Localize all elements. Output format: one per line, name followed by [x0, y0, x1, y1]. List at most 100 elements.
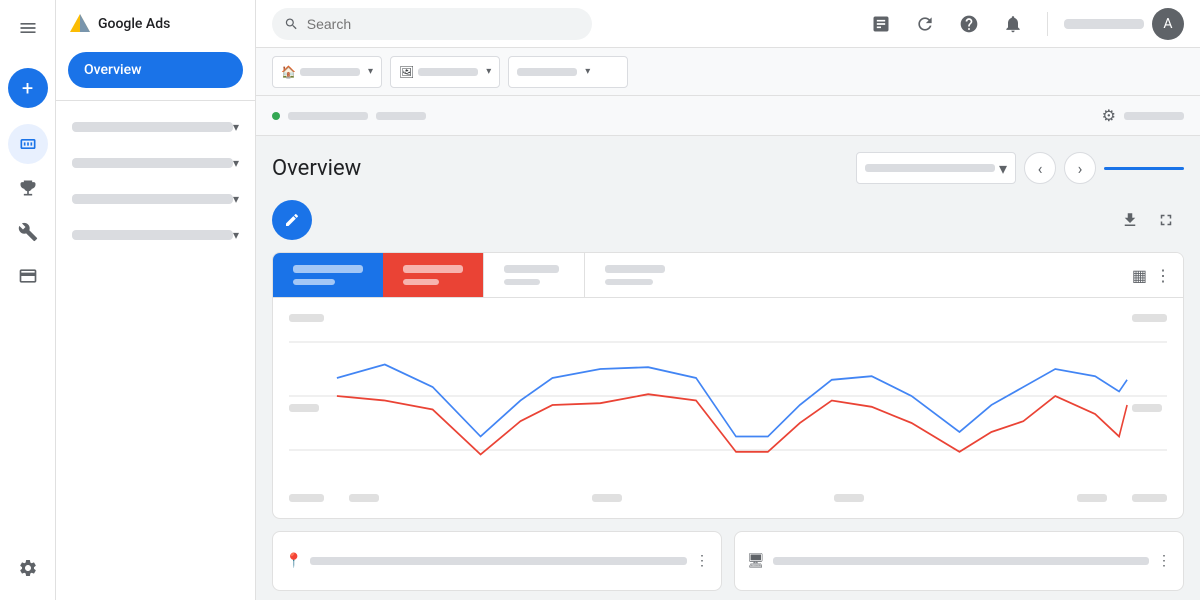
metric-tabs: ▦ ⋮ — [273, 253, 1183, 298]
billing-nav-icon[interactable] — [8, 256, 48, 296]
filter-dropdown-2[interactable]: 🖼 ▾ — [390, 56, 500, 88]
bottom-card-2: 🖥 ⋮ — [734, 531, 1184, 591]
sub-label-1 — [288, 112, 368, 120]
search-input[interactable] — [307, 16, 580, 32]
sidebar-item-2[interactable]: ▾ — [56, 181, 255, 217]
expand-button[interactable] — [1148, 202, 1184, 238]
sidebar-item-overview[interactable]: Overview — [68, 52, 243, 88]
y-axis-left — [289, 314, 324, 502]
x-label-3 — [834, 494, 864, 502]
notifications-button[interactable] — [995, 6, 1031, 42]
chevron-icon-1: ▾ — [233, 120, 239, 134]
chevron-icon-3: ▾ — [233, 228, 239, 242]
filter-label-3 — [517, 68, 577, 76]
analytics-button[interactable] — [863, 6, 899, 42]
nav-prev-button[interactable]: ‹ — [1024, 152, 1056, 184]
search-bar[interactable] — [272, 8, 592, 40]
download-button[interactable] — [1112, 202, 1148, 238]
x-label-4 — [1077, 494, 1107, 502]
y-label-1 — [289, 314, 324, 322]
sidebar-item-1[interactable]: ▾ — [56, 109, 255, 145]
overview-header: Overview ▾ ‹ › — [272, 152, 1184, 184]
action-bar — [272, 200, 1184, 240]
filter-dropdown-3[interactable]: ▾ — [508, 56, 628, 88]
active-indicator — [1104, 167, 1184, 170]
goals-nav-icon[interactable] — [8, 168, 48, 208]
content-area: Overview ▾ ‹ › — [256, 136, 1200, 600]
sidebar: Google Ads Overview ▾ ▾ ▾ ▾ — [56, 0, 256, 600]
tab3-line2 — [504, 279, 540, 285]
home-icon: 🏠 — [281, 65, 296, 79]
date-range-label — [1124, 112, 1184, 120]
filter-chevron-1: ▾ — [368, 66, 373, 77]
help-button[interactable] — [951, 6, 987, 42]
image-icon: 🖼 — [399, 65, 414, 79]
search-icon — [284, 16, 299, 32]
metric-tab-3[interactable] — [484, 253, 584, 297]
account-label — [1064, 19, 1144, 29]
bottom-card-label-1 — [310, 557, 687, 565]
filter-label-2 — [418, 68, 478, 76]
chart-area — [273, 298, 1183, 518]
y-label-2 — [289, 404, 319, 412]
chart-type-icon[interactable]: ▦ — [1132, 266, 1147, 285]
overview-dropdown[interactable]: ▾ — [856, 152, 1016, 184]
page-title: Overview — [272, 156, 856, 181]
menu-button[interactable] — [8, 8, 48, 48]
pin-icon: 📍 — [285, 553, 302, 569]
topbar-icons: A — [863, 6, 1184, 42]
monitor-icon: 🖥 — [747, 553, 765, 569]
status-dot — [272, 112, 280, 120]
logo: Google Ads — [68, 12, 170, 36]
tab3-line1 — [504, 265, 559, 273]
edit-icon — [284, 212, 300, 228]
sidebar-label-1 — [72, 122, 233, 132]
bottom-cards: 📍 ⋮ 🖥 ⋮ — [272, 531, 1184, 591]
sidebar-divider — [56, 100, 255, 101]
y-label-right-1 — [1132, 314, 1167, 322]
sidebar-item-campaigns[interactable]: ▾ — [56, 145, 255, 181]
x-axis-labels — [289, 494, 1167, 502]
edit-button[interactable] — [272, 200, 312, 240]
chart-svg — [289, 306, 1167, 486]
sidebar-label-3 — [72, 230, 233, 240]
sidebar-label-2 — [72, 194, 233, 204]
bottom-card-label-2 — [773, 557, 1149, 565]
sub-filter-bar: ⚙ — [256, 96, 1200, 136]
sidebar-item-3[interactable]: ▾ — [56, 217, 255, 253]
overview-chevron: ▾ — [999, 159, 1007, 178]
metric-tab-1[interactable] — [273, 253, 383, 297]
chart-card: ▦ ⋮ — [272, 252, 1184, 519]
overview-dropdown-label — [865, 164, 995, 172]
filter-dropdown-1[interactable]: 🏠 ▾ — [272, 56, 382, 88]
settings-nav-icon[interactable] — [8, 548, 48, 588]
avatar[interactable]: A — [1152, 8, 1184, 40]
filter-chevron-3: ▾ — [585, 66, 590, 77]
topbar-divider — [1047, 12, 1048, 36]
y-axis-right — [1132, 314, 1167, 502]
app-name: Google Ads — [98, 16, 170, 32]
overview-label: Overview — [84, 62, 141, 78]
chevron-icon-campaigns: ▾ — [233, 156, 239, 170]
campaigns-nav-icon[interactable] — [8, 124, 48, 164]
bottom-card-1: 📍 ⋮ — [272, 531, 722, 591]
tab1-line1 — [293, 265, 363, 273]
metric-tab-4[interactable] — [585, 253, 705, 297]
main-area: A 🏠 ▾ 🖼 ▾ ▾ ⚙ Overview — [256, 0, 1200, 600]
metric-tab-2[interactable] — [383, 253, 483, 297]
more-button-1[interactable]: ⋮ — [695, 553, 709, 569]
topbar: A — [256, 0, 1200, 48]
nav-next-button[interactable]: › — [1064, 152, 1096, 184]
settings-icon[interactable]: ⚙ — [1102, 106, 1116, 125]
refresh-button[interactable] — [907, 6, 943, 42]
sub-label-2 — [376, 112, 426, 120]
overview-controls: ▾ ‹ › — [856, 152, 1184, 184]
chart-more-icon[interactable]: ⋮ — [1155, 266, 1171, 285]
tools-nav-icon[interactable] — [8, 212, 48, 252]
create-button[interactable]: + — [8, 68, 48, 108]
red-data-line — [337, 394, 1127, 454]
y-label-3 — [289, 494, 324, 502]
more-button-2[interactable]: ⋮ — [1157, 553, 1171, 569]
filter-bar: 🏠 ▾ 🖼 ▾ ▾ — [256, 48, 1200, 96]
y-label-right-3 — [1132, 494, 1167, 502]
